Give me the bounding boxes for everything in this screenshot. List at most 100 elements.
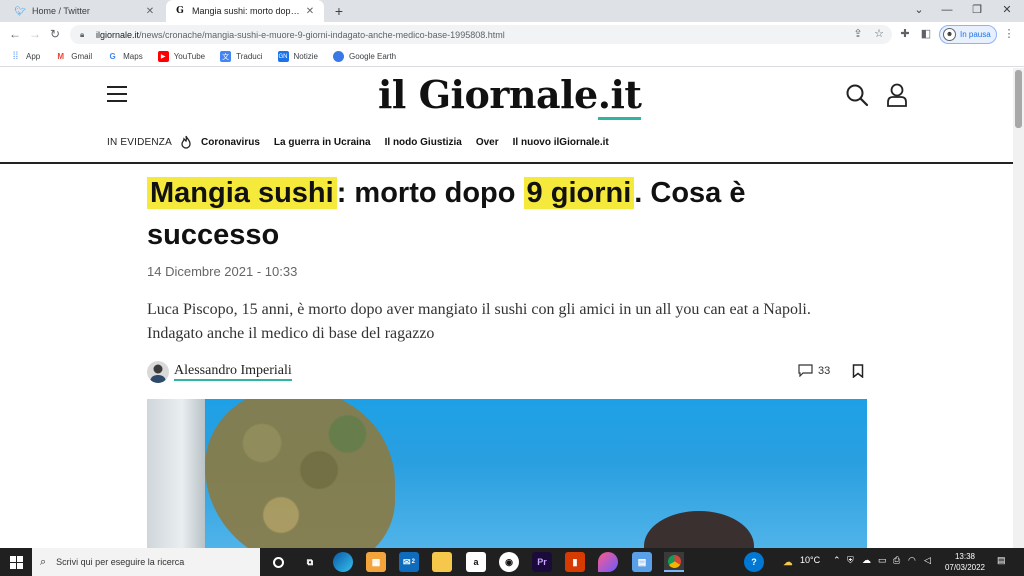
wifi-icon[interactable]: ◠ xyxy=(908,555,916,566)
office-icon[interactable]: ▮ xyxy=(565,552,585,572)
security-icon[interactable]: ⛨ xyxy=(847,555,854,566)
tab-strip: 🐦︎ Home / Twitter ✕ G Mangia sushi: mort… xyxy=(0,0,1024,22)
nav-item-over[interactable]: Over xyxy=(476,137,499,148)
fire-icon xyxy=(181,135,191,149)
clock-time: 13:38 xyxy=(954,552,976,561)
youtube-icon: ▶ xyxy=(157,51,169,62)
profile-status: In pausa xyxy=(960,30,991,39)
tab-close-icon[interactable]: ✕ xyxy=(304,6,316,17)
author-row: Alessandro Imperiali 33 xyxy=(147,360,867,386)
bookmark-google-earth[interactable]: Google Earth xyxy=(332,51,397,62)
comments-count: 33 xyxy=(818,364,831,377)
new-tab-button[interactable]: + xyxy=(330,3,348,19)
close-window-button[interactable]: ✕ xyxy=(992,0,1022,22)
bookmark-youtube[interactable]: ▶ YouTube xyxy=(157,51,205,62)
minimize-button[interactable]: — xyxy=(932,0,962,22)
article-subtitle: Luca Piscopo, 15 anni, è morto dopo aver… xyxy=(147,301,811,342)
store-icon[interactable]: ▦ xyxy=(366,552,386,572)
tab-title: Home / Twitter xyxy=(32,6,90,16)
article-hero-image xyxy=(147,399,867,548)
temperature[interactable]: 10°C xyxy=(800,555,820,565)
bookmark-label: Google Earth xyxy=(348,52,397,61)
chrome-icon[interactable] xyxy=(664,552,684,572)
headline-highlight: 9 giorni xyxy=(523,177,635,209)
volume-icon[interactable]: ◁ xyxy=(924,555,931,566)
address-bar[interactable]: 🔒︎ ilgiornale.it/news/cronache/mangia-su… xyxy=(70,25,892,44)
tab-close-icon[interactable]: ✕ xyxy=(144,6,156,17)
site-logo[interactable]: il Giornale.it xyxy=(378,72,642,120)
headline-text: : morto dopo xyxy=(336,177,524,209)
nav-item-coronavirus[interactable]: Coronavirus xyxy=(201,137,260,148)
bookmarks-bar: ⁞⁞ App M Gmail G Maps ▶ YouTube 文 Traduc… xyxy=(0,47,1024,67)
profile-button[interactable]: ☻ In pausa xyxy=(939,25,997,44)
menu-kebab-icon[interactable]: ⋮ xyxy=(1003,27,1015,41)
search-icon: ⌕ xyxy=(40,555,47,568)
twitter-icon: 🐦︎ xyxy=(14,5,26,16)
network-icon[interactable]: ▭ xyxy=(878,555,887,566)
author-avatar[interactable] xyxy=(147,361,169,383)
tab-search-button[interactable]: ⌄ xyxy=(904,0,934,22)
cloud-icon[interactable]: ☁ xyxy=(862,555,871,566)
printer-icon[interactable]: ⎙ xyxy=(893,555,900,566)
nav-item-ucraina[interactable]: La guerra in Ucraina xyxy=(274,137,371,148)
restore-button[interactable]: ❐ xyxy=(962,0,992,22)
windows-start-icon[interactable] xyxy=(0,548,32,576)
tab-twitter[interactable]: 🐦︎ Home / Twitter ✕ xyxy=(6,0,164,22)
share-icon[interactable]: ⇪ xyxy=(851,27,865,41)
system-clock[interactable]: 13:38 07/03/2022 xyxy=(944,551,986,573)
app-circle-icon[interactable]: ◉ xyxy=(499,552,519,572)
main-nav: IN EVIDENZA Coronavirus La guerra in Ucr… xyxy=(107,134,623,150)
scrollbar-thumb[interactable] xyxy=(1015,70,1022,128)
author-name-link[interactable]: Alessandro Imperiali xyxy=(174,363,292,381)
hamburger-menu-icon[interactable] xyxy=(107,86,127,102)
taskbar-search-box[interactable]: ⌕ Scrivi qui per eseguire la ricerca xyxy=(32,548,260,576)
amazon-icon[interactable]: a xyxy=(466,552,486,572)
file-explorer-icon[interactable] xyxy=(432,552,452,572)
bookmark-icon[interactable] xyxy=(852,364,864,378)
nav-divider xyxy=(0,162,1013,164)
article-headline: Mangia sushi: morto dopo 9 giorni. Cosa … xyxy=(147,172,867,256)
web-page: il Giornale.it IN EVIDENZA Coronavirus L… xyxy=(0,68,1013,548)
side-panel-icon[interactable]: ◧ xyxy=(919,27,933,41)
bookmark-traduci[interactable]: 文 Traduci xyxy=(220,51,263,62)
comment-icon xyxy=(798,364,813,377)
bookmark-maps[interactable]: G Maps xyxy=(107,51,143,62)
notifications-icon[interactable]: ▤ xyxy=(997,555,1006,566)
drop-app-icon[interactable] xyxy=(598,552,618,572)
help-icon[interactable]: ? xyxy=(744,552,764,572)
lock-icon[interactable]: 🔒︎ xyxy=(80,30,88,39)
star-icon[interactable]: ☆ xyxy=(872,27,886,41)
nav-item-giustizia[interactable]: Il nodo Giustizia xyxy=(385,137,462,148)
url-host: ilgiornale.it xyxy=(96,29,140,40)
chevron-up-icon[interactable]: ⌃ xyxy=(833,555,841,566)
reload-icon[interactable]: ↻ xyxy=(47,26,63,42)
url-path: /news/cronache/mangia-sushi-e-muore-9-gi… xyxy=(139,29,505,40)
search-icon[interactable] xyxy=(845,83,869,107)
notepad-icon[interactable]: ▤ xyxy=(632,552,652,572)
article-date: 14 Dicembre 2021 - 10:33 xyxy=(147,264,298,279)
premiere-icon[interactable]: Pr xyxy=(532,552,552,572)
comments-button[interactable]: 33 xyxy=(798,364,830,377)
tab-title: Mangia sushi: morto dopo 9 giorni xyxy=(192,6,304,16)
task-view-icon[interactable]: ⧉ xyxy=(300,552,320,572)
mail-icon[interactable]: ✉ 2 xyxy=(399,552,419,572)
bookmark-notizie[interactable]: GN Notizie xyxy=(277,51,318,62)
bookmark-gmail[interactable]: M Gmail xyxy=(55,51,92,62)
back-icon[interactable]: ← xyxy=(7,26,23,42)
bookmark-app[interactable]: ⁞⁞ App xyxy=(10,51,41,62)
google-icon: G xyxy=(109,52,116,61)
user-account-icon[interactable] xyxy=(886,83,908,107)
bookmark-label: Maps xyxy=(123,52,143,61)
weather-icon: ☁ xyxy=(783,556,793,567)
edge-icon[interactable] xyxy=(333,552,353,572)
cortana-icon[interactable] xyxy=(268,552,288,572)
forward-icon[interactable]: → xyxy=(27,26,43,42)
gmail-icon: M xyxy=(57,52,65,61)
extensions-icon[interactable]: ✚ xyxy=(898,27,912,41)
tab-giornale[interactable]: G Mangia sushi: morto dopo 9 giorni ✕ xyxy=(166,0,324,22)
browser-toolbar: ← → ↻ 🔒︎ ilgiornale.it/news/cronache/man… xyxy=(0,22,1024,47)
nav-item-nuovo-giornale[interactable]: Il nuovo ilGiornale.it xyxy=(513,137,609,148)
bookmark-label: Gmail xyxy=(71,52,93,61)
earth-icon xyxy=(332,51,344,62)
page-scrollbar[interactable] xyxy=(1013,68,1024,548)
